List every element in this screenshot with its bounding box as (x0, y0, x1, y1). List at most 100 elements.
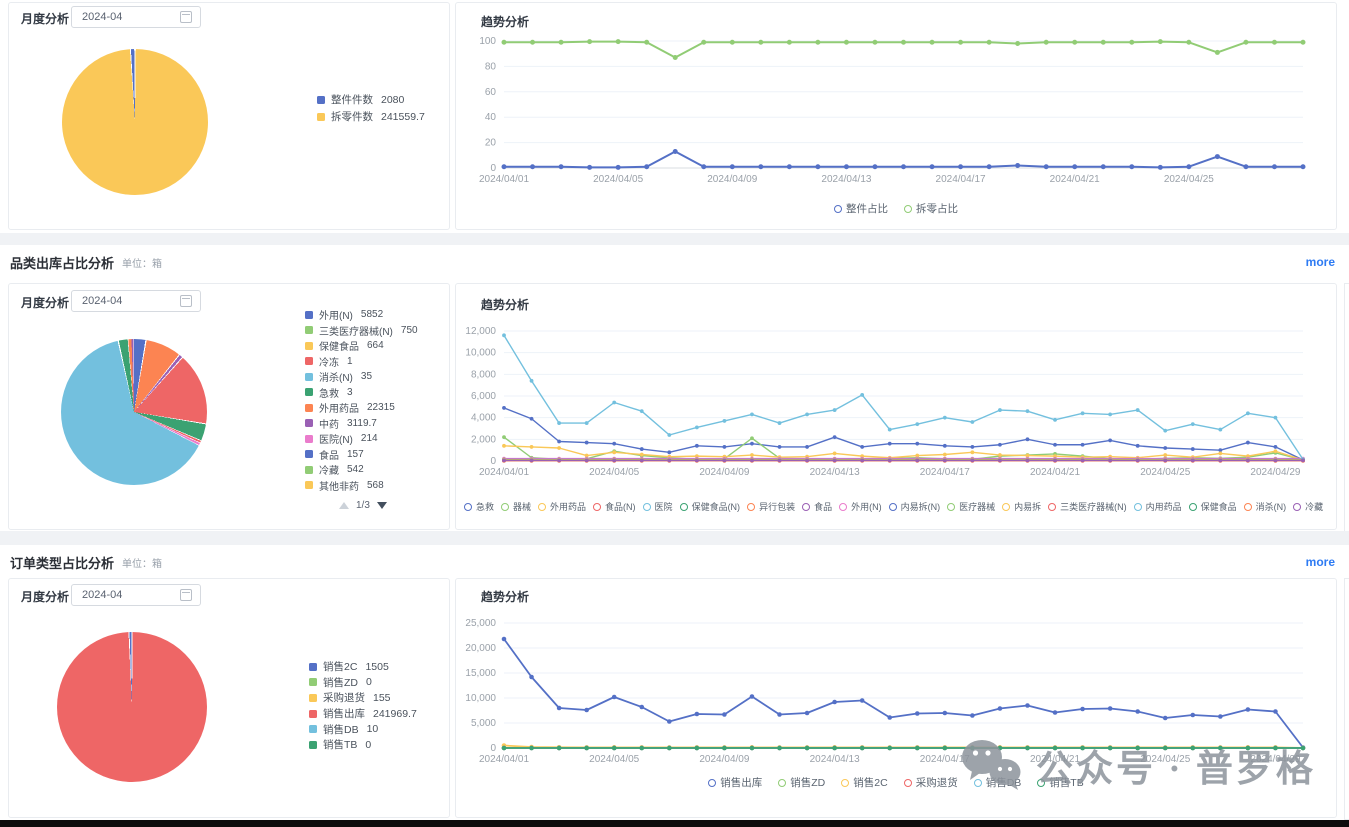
trend-legend-item[interactable]: 采购退货 (904, 775, 958, 790)
legend-ring-marker (501, 503, 509, 511)
pie-legend-item[interactable]: 销售DB10 (309, 721, 417, 737)
svg-text:2024/04/01: 2024/04/01 (479, 467, 529, 478)
calendar-icon[interactable] (180, 11, 192, 23)
legend-marker (309, 741, 317, 749)
trend-legend-item[interactable]: 内易拆(N) (889, 500, 941, 513)
legend-ring-marker (1037, 779, 1045, 787)
trend-legend-item[interactable]: 外用药品 (538, 500, 586, 513)
pie-legend-item[interactable]: 采购退货155 (309, 690, 417, 706)
pie-legend-item[interactable]: 整件件数2080 (317, 91, 425, 108)
trend-legend-item[interactable]: 保健食品 (1189, 500, 1237, 513)
svg-text:2024/04/09: 2024/04/09 (699, 754, 749, 765)
legend-label: 销售ZD (323, 675, 358, 690)
section-unit-label: 单位：箱 (122, 255, 162, 270)
pie-legend-volume: 整件件数2080拆零件数241559.7 (317, 91, 425, 125)
svg-text:2024/04/13: 2024/04/13 (821, 174, 871, 185)
svg-text:2024/04/25: 2024/04/25 (1140, 467, 1190, 478)
legend-label: 保健食品(N) (692, 500, 741, 513)
pie-legend-item[interactable]: 冷冻1 (305, 354, 418, 370)
monthly-analysis-label: 月度分析 (21, 294, 69, 311)
page-up-arrow-icon[interactable] (339, 502, 349, 509)
calendar-icon[interactable] (180, 589, 192, 601)
month-picker[interactable]: 2024-04 (71, 6, 201, 28)
legend-marker (305, 481, 313, 489)
monthly-analysis-label: 月度分析 (21, 588, 69, 605)
legend-ring-marker (464, 503, 472, 511)
trend-legend-item[interactable]: 医疗器械 (947, 500, 995, 513)
pie-legend-item[interactable]: 其他非药568 (305, 478, 418, 494)
pie-legend-item[interactable]: 急救3 (305, 385, 418, 401)
legend-label: 保健食品 (319, 338, 359, 353)
trend-legend-item[interactable]: 食品 (802, 500, 832, 513)
pie-legend-item[interactable]: 外用药品22315 (305, 400, 418, 416)
trend-chart-category: 02,0004,0006,0008,00010,00012,0002024/04… (456, 284, 1336, 531)
svg-text:12,000: 12,000 (465, 326, 496, 337)
legend-ring-marker (708, 779, 716, 787)
pie-legend-item[interactable]: 拆零件数241559.7 (317, 108, 425, 125)
svg-text:2024/04/13: 2024/04/13 (810, 754, 860, 765)
pie-legend-item[interactable]: 保健食品664 (305, 338, 418, 354)
pie-legend-item[interactable]: 消杀(N)35 (305, 369, 418, 385)
trend-legend-item[interactable]: 拆零占比 (904, 201, 958, 216)
svg-text:15,000: 15,000 (465, 668, 496, 679)
month-picker-value: 2024-04 (82, 11, 180, 23)
trend-legend-item[interactable]: 食品(N) (593, 500, 636, 513)
trend-legend-item[interactable]: 三类医疗器械(N) (1048, 500, 1127, 513)
trend-legend-item[interactable]: 内易拆 (1002, 500, 1041, 513)
trend-legend-item[interactable]: 冷藏 (1293, 500, 1323, 513)
pie-legend-item[interactable]: 冷藏542 (305, 462, 418, 478)
legend-label: 拆零件数 (331, 109, 373, 124)
monthly-pie-card-volume: 月度分析 2024-04 整件件数2080拆零件数241559.7 (8, 2, 450, 230)
svg-text:6,000: 6,000 (471, 391, 496, 402)
legend-ring-marker (778, 779, 786, 787)
trend-legend-item[interactable]: 器械 (501, 500, 531, 513)
pie-legend-item[interactable]: 医院(N)214 (305, 431, 418, 447)
trend-legend-item[interactable]: 异行包装 (747, 500, 795, 513)
legend-marker (305, 404, 313, 412)
legend-marker (305, 357, 313, 365)
legend-value: 1 (347, 356, 353, 367)
pie-legend-item[interactable]: 外用(N)5852 (305, 307, 418, 323)
trend-legend-item[interactable]: 销售TB (1037, 775, 1083, 790)
trend-legend-item[interactable]: 消杀(N) (1244, 500, 1287, 513)
trend-title: 趋势分析 (481, 13, 529, 30)
legend-value: 157 (347, 449, 364, 460)
svg-text:2024/04/25: 2024/04/25 (1140, 754, 1190, 765)
trend-legend-item[interactable]: 销售DB (974, 775, 1022, 790)
pie-legend-item[interactable]: 中药3119.7 (305, 416, 418, 432)
legend-value: 0 (365, 739, 371, 751)
trend-legend-item[interactable]: 整件占比 (834, 201, 888, 216)
section-header-order-type: 订单类型占比分析 单位：箱 more (0, 549, 1349, 575)
month-picker-value: 2024-04 (82, 589, 180, 601)
svg-text:40: 40 (485, 112, 497, 123)
pie-legend-item[interactable]: 销售ZD0 (309, 675, 417, 691)
trend-legend-category: 急救器械外用药品食品(N) 医院 保健食品(N) 异行包装食品外用(N) 内易拆(N) 医… (464, 500, 1330, 513)
trend-legend-item[interactable]: 保健食品(N) (680, 500, 741, 513)
trend-legend-item[interactable]: 销售ZD (778, 775, 825, 790)
legend-marker (305, 419, 313, 427)
trend-legend-item[interactable]: 销售出库 (708, 775, 762, 790)
more-link-category[interactable]: more (1306, 255, 1335, 269)
pie-legend-item[interactable]: 销售TB0 (309, 737, 417, 753)
dashboard-page: 月度分析 2024-04 整件件数2080拆零件数241559.7 020406… (0, 0, 1349, 827)
pie-legend-item[interactable]: 销售出库241969.7 (309, 706, 417, 722)
svg-text:2,000: 2,000 (471, 434, 496, 445)
trend-legend-item[interactable]: 医院 (643, 500, 673, 513)
legend-ring-marker (1189, 503, 1197, 511)
svg-text:2024/04/29: 2024/04/29 (1250, 467, 1300, 478)
month-picker[interactable]: 2024-04 (71, 290, 201, 312)
pie-legend-item[interactable]: 食品157 (305, 447, 418, 463)
pie-legend-item[interactable]: 销售2C1505 (309, 659, 417, 675)
pie-legend-item[interactable]: 三类医疗器械(N)750 (305, 323, 418, 339)
trend-legend-item[interactable]: 销售2C (841, 775, 887, 790)
page-down-arrow-icon[interactable] (377, 502, 387, 509)
trend-legend-item[interactable]: 急救 (464, 500, 494, 513)
svg-text:2024/04/21: 2024/04/21 (1030, 754, 1080, 765)
legend-ring-marker (834, 205, 842, 213)
trend-legend-item[interactable]: 内用药品 (1134, 500, 1182, 513)
more-link-order-type[interactable]: more (1306, 555, 1335, 569)
legend-marker (305, 450, 313, 458)
trend-legend-item[interactable]: 外用(N) (839, 500, 882, 513)
month-picker[interactable]: 2024-04 (71, 584, 201, 606)
calendar-icon[interactable] (180, 295, 192, 307)
